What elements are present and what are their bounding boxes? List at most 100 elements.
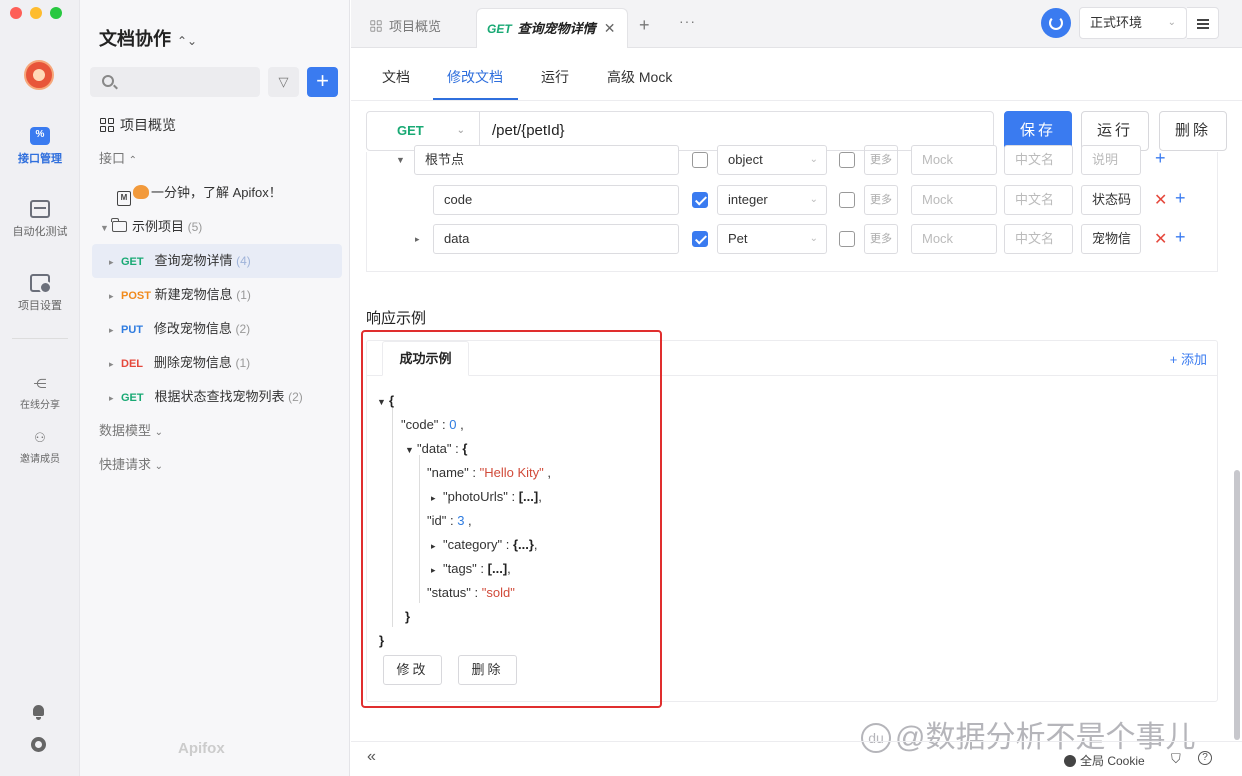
close-window-button[interactable] <box>10 7 22 19</box>
help-icon[interactable]: ? <box>1198 751 1212 765</box>
caret-down-icon[interactable]: ▼ <box>396 155 405 165</box>
environment-select[interactable]: 正式环境 ⌄ <box>1079 7 1187 39</box>
sidebar-item-overview[interactable]: 项目概览 <box>100 108 370 142</box>
caret-right-icon[interactable]: ▸ <box>431 558 443 582</box>
endpoint-item[interactable]: ▸ DEL 删除宠物信息 (1) <box>109 346 379 380</box>
theme-icon[interactable]: ⛉ <box>1171 751 1181 767</box>
indent-guide <box>419 455 420 603</box>
description-input[interactable]: 说明 <box>1081 145 1141 175</box>
section-data-models[interactable]: 数据模型 ⌄ <box>99 414 369 448</box>
field-name-input[interactable]: data <box>433 224 679 254</box>
add-child-icon[interactable]: + <box>1155 148 1166 169</box>
subtab-run[interactable]: 运行 <box>541 67 569 87</box>
rail-item-project-settings[interactable]: 项目设置 <box>0 274 80 313</box>
endpoint-item[interactable]: ▸ PUT 修改宠物信息 (2) <box>109 312 379 346</box>
json-value[interactable]: {...} <box>513 537 534 552</box>
delete-row-icon[interactable]: ✕ <box>1154 190 1167 210</box>
required-checkbox[interactable] <box>692 192 708 208</box>
cn-name-input[interactable]: 中文名 <box>1004 224 1073 254</box>
field-name-input[interactable]: code <box>433 185 679 215</box>
menu-button[interactable] <box>1187 7 1219 39</box>
type-label: object <box>728 152 763 167</box>
endpoint-count: (2) <box>288 390 303 404</box>
add-example-button[interactable]: + 添加 <box>1170 349 1207 368</box>
cn-name-input[interactable]: 中文名 <box>1004 145 1073 175</box>
endpoint-item[interactable]: ▸ GET 查询宠物详情 (4) <box>92 244 342 278</box>
search-input[interactable] <box>90 67 260 97</box>
required-checkbox[interactable] <box>692 231 708 247</box>
close-icon[interactable]: ✕ <box>604 20 616 36</box>
caret-right-icon: ▸ <box>109 257 114 267</box>
required-checkbox[interactable] <box>692 152 708 168</box>
divider <box>367 375 1217 376</box>
type-select[interactable]: Pet ⌄ <box>717 224 827 254</box>
global-cookie-button[interactable]: 全局 Cookie <box>1064 752 1145 769</box>
tab-active-endpoint[interactable]: GET 查询宠物详情 ✕ <box>476 8 628 48</box>
mock-input[interactable]: Mock <box>911 224 997 254</box>
section-api[interactable]: 接口 ⌃ <box>99 142 369 176</box>
tab-success-example[interactable]: 成功示例 <box>382 341 469 376</box>
more-button[interactable]: 更多 <box>864 145 898 175</box>
description-input[interactable]: 宠物信 <box>1081 224 1141 254</box>
type-select[interactable]: object ⌄ <box>717 145 827 175</box>
nullable-checkbox[interactable] <box>839 152 855 168</box>
folder-example-project[interactable]: ▼ 示例项目 (5) <box>100 210 370 244</box>
rail-divider <box>12 338 68 339</box>
json-key: "name" <box>427 465 469 480</box>
add-sibling-icon[interactable]: + <box>1175 188 1186 209</box>
avatar[interactable] <box>24 60 54 90</box>
add-sibling-icon[interactable]: + <box>1175 227 1186 248</box>
project-switcher[interactable]: 文档协作 ⌃⌄ <box>99 25 197 51</box>
type-select[interactable]: integer ⌄ <box>717 185 827 215</box>
nullable-checkbox[interactable] <box>839 192 855 208</box>
rail-item-api-management[interactable]: 接口管理 <box>0 127 80 166</box>
maximize-window-button[interactable] <box>50 7 62 19</box>
subtab-advanced-mock[interactable]: 高级 Mock <box>607 67 672 87</box>
collapse-sidebar-icon[interactable]: « <box>367 748 376 766</box>
description-input[interactable]: 状态码 <box>1081 185 1141 215</box>
filter-button[interactable]: ▽ <box>268 67 299 97</box>
cn-name-input[interactable]: 中文名 <box>1004 185 1073 215</box>
add-button[interactable]: + <box>307 67 338 97</box>
delete-row-icon[interactable]: ✕ <box>1154 229 1167 249</box>
minimize-window-button[interactable] <box>30 7 42 19</box>
scrollbar[interactable] <box>1234 470 1240 740</box>
caret-down-icon[interactable]: ▼ <box>405 438 417 462</box>
mock-input[interactable]: Mock <box>911 145 997 175</box>
delete-example-button[interactable]: 删除 <box>458 655 517 685</box>
more-button[interactable]: 更多 <box>864 224 898 254</box>
json-value: "sold" <box>481 585 515 600</box>
bell-icon[interactable] <box>31 705 46 720</box>
json-key: "data" <box>417 441 452 456</box>
chevron-down-icon: ⌄ <box>809 194 818 205</box>
json-value[interactable]: [...] <box>488 561 508 576</box>
active-tab-indicator <box>433 98 518 100</box>
nullable-checkbox[interactable] <box>839 231 855 247</box>
rail-item-share[interactable]: ⋲ 在线分享 <box>0 377 80 412</box>
field-name-input[interactable]: 根节点 <box>414 145 679 175</box>
caret-right-icon[interactable]: ▸ <box>415 234 420 245</box>
caret-right-icon[interactable]: ▸ <box>431 534 443 558</box>
edit-example-button[interactable]: 修改 <box>383 655 442 685</box>
caret-right-icon[interactable]: ▸ <box>431 486 443 510</box>
sidebar-item-intro[interactable]: M 一分钟，了解 Apifox！ <box>117 176 387 210</box>
json-key: "tags" <box>443 561 477 576</box>
endpoint-item[interactable]: ▸ POST 新建宠物信息 (1) <box>109 278 379 312</box>
endpoint-item[interactable]: ▸ GET 根据状态查找宠物列表 (2) <box>109 380 379 414</box>
more-icon[interactable]: ··· <box>679 13 696 29</box>
new-tab-button[interactable]: + <box>639 15 650 36</box>
fox-emoji-icon <box>133 185 149 199</box>
subtab-doc[interactable]: 文档 <box>382 67 410 87</box>
rail-item-automation[interactable]: 自动化测试 <box>0 200 80 239</box>
gear-icon[interactable] <box>31 737 46 752</box>
mock-input[interactable]: Mock <box>911 185 997 215</box>
rail-item-invite[interactable]: ⚇ 邀请成员 <box>0 431 80 466</box>
section-quick-requests[interactable]: 快捷请求 ⌄ <box>99 448 369 482</box>
tab-project-overview[interactable]: 项目概览 <box>369 8 441 48</box>
caret-down-icon[interactable]: ▼ <box>377 390 389 414</box>
sync-icon[interactable] <box>1041 8 1071 38</box>
json-value[interactable]: [...] <box>519 489 539 504</box>
sidebar-item-label: 一分钟，了解 Apifox！ <box>151 185 282 200</box>
more-button[interactable]: 更多 <box>864 185 898 215</box>
subtab-edit-doc[interactable]: 修改文档 <box>447 67 503 87</box>
